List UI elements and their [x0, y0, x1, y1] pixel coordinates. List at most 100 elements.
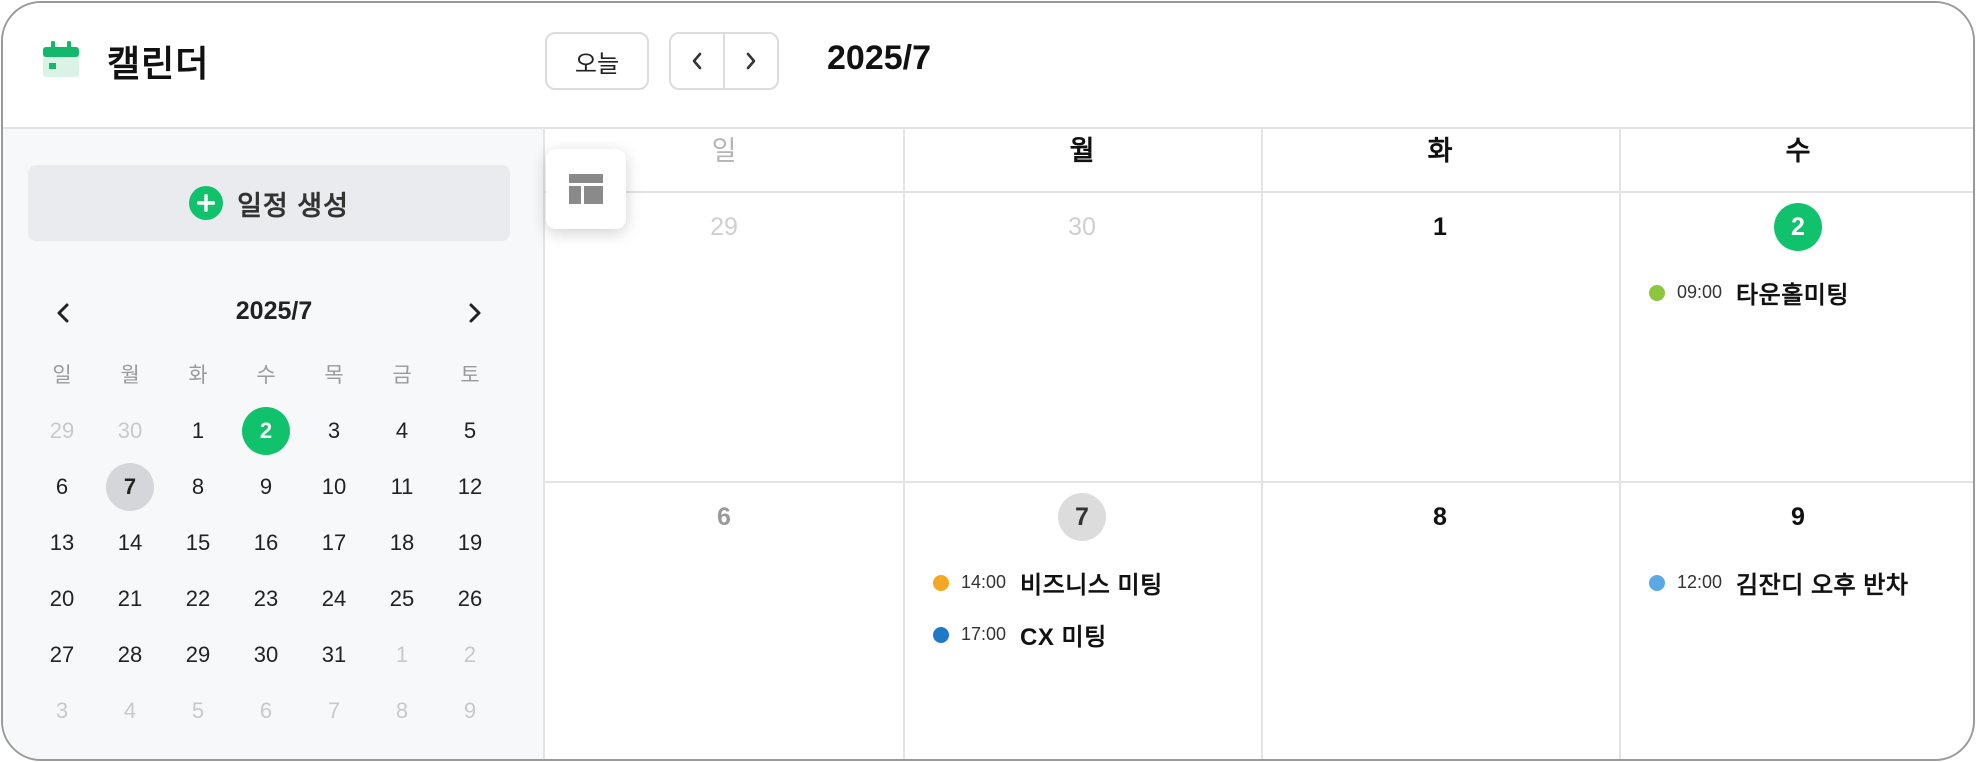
event-item[interactable]: 17:00 CX 미팅 [933, 617, 1107, 652]
mini-day[interactable]: 30 [232, 631, 300, 679]
event-title: 타운홀미팅 [1736, 282, 1849, 309]
mini-day[interactable]: 4 [368, 407, 436, 455]
mini-day[interactable]: 16 [232, 519, 300, 567]
day-cell[interactable]: 29 [545, 193, 903, 481]
event-time: 12:00 [1677, 572, 1723, 592]
plus-circle-icon [189, 186, 224, 220]
chevron-right-icon [746, 52, 756, 70]
prev-month-button[interactable] [671, 34, 723, 88]
weekday-header-row: 일 월 화 수 [545, 129, 1973, 193]
mini-day[interactable]: 22 [164, 575, 232, 623]
event-color-dot [1649, 574, 1665, 591]
event-time: 14:00 [961, 572, 1007, 592]
month-grid: 일 월 화 수 29 30 1 2 09:00 타운홀미팅 6 7 14:00 … [545, 129, 1973, 759]
mini-day[interactable]: 17 [300, 519, 368, 567]
mini-day[interactable]: 31 [300, 631, 368, 679]
create-event-button[interactable]: 일정 생성 [28, 165, 510, 241]
mini-day-today[interactable]: 2 [232, 407, 300, 455]
mini-week-row: 27 28 29 30 31 1 2 [28, 627, 504, 683]
mini-day[interactable]: 6 [28, 463, 96, 511]
mini-day[interactable]: 3 [28, 687, 96, 735]
event-color-dot [933, 626, 949, 643]
today-button[interactable]: 오늘 [545, 32, 649, 90]
mini-day[interactable]: 18 [368, 519, 436, 567]
day-number: 6 [717, 503, 731, 531]
mini-day[interactable]: 1 [368, 631, 436, 679]
mini-day[interactable]: 4 [96, 687, 164, 735]
calendar-icon [43, 41, 79, 77]
mini-day[interactable]: 20 [28, 575, 96, 623]
mini-week-row: 29 30 1 2 3 4 5 [28, 403, 504, 459]
event-time: 09:00 [1677, 282, 1723, 302]
top-bar: 캘린더 오늘 2025/7 [3, 3, 1973, 129]
mini-day[interactable]: 10 [300, 463, 368, 511]
create-event-label: 일정 생성 [237, 190, 349, 221]
event-title: 비즈니스 미팅 [1020, 572, 1163, 599]
next-month-button[interactable] [723, 34, 777, 88]
mini-day[interactable]: 9 [436, 687, 504, 735]
day-number-selected: 7 [903, 493, 1261, 541]
event-color-dot [933, 574, 949, 591]
mini-day[interactable]: 11 [368, 463, 436, 511]
event-item[interactable]: 14:00 비즈니스 미팅 [933, 565, 1163, 600]
mini-day[interactable]: 5 [164, 687, 232, 735]
day-cell[interactable]: 8 [1261, 483, 1619, 759]
day-cell[interactable]: 1 [1261, 193, 1619, 481]
mini-day[interactable]: 9 [232, 463, 300, 511]
mini-weekday: 월 [120, 364, 140, 387]
event-time: 17:00 [961, 624, 1007, 644]
mini-day[interactable]: 21 [96, 575, 164, 623]
day-number: 8 [1433, 503, 1447, 531]
mini-weekday: 일 [52, 364, 72, 387]
day-cell[interactable]: 6 [545, 483, 903, 759]
layout-icon [569, 174, 603, 204]
mini-week-row: 3 4 5 6 7 8 9 [28, 683, 504, 739]
mini-day[interactable]: 13 [28, 519, 96, 567]
mini-day[interactable]: 8 [368, 687, 436, 735]
day-cell[interactable]: 30 [903, 193, 1261, 481]
mini-day[interactable]: 7 [300, 687, 368, 735]
mini-day[interactable]: 2 [436, 631, 504, 679]
day-cell-today[interactable]: 2 09:00 타운홀미팅 [1619, 193, 1973, 481]
view-toggle-button[interactable] [546, 149, 626, 229]
mini-day[interactable]: 14 [96, 519, 164, 567]
calendar-window: 캘린더 오늘 2025/7 일정 생성 2025/7 일 월 화 수 목 금 토… [1, 1, 1975, 761]
mini-weekday: 토 [460, 364, 480, 387]
mini-next-month-icon[interactable] [463, 293, 487, 333]
day-cell[interactable]: 9 12:00 김잔디 오후 반차 [1619, 483, 1973, 759]
mini-day[interactable]: 12 [436, 463, 504, 511]
mini-day[interactable]: 28 [96, 631, 164, 679]
mini-day[interactable]: 1 [164, 407, 232, 455]
event-item[interactable]: 09:00 타운홀미팅 [1649, 275, 1849, 310]
weekday-header-tue: 화 [1427, 136, 1453, 166]
mini-weekday: 수 [256, 364, 276, 387]
day-number: 1 [1433, 213, 1447, 241]
mini-day[interactable]: 19 [436, 519, 504, 567]
event-title: CX 미팅 [1020, 624, 1107, 651]
mini-day[interactable]: 24 [300, 575, 368, 623]
mini-day[interactable]: 29 [28, 407, 96, 455]
mini-day[interactable]: 6 [232, 687, 300, 735]
mini-day-selected[interactable]: 7 [96, 463, 164, 511]
mini-day[interactable]: 25 [368, 575, 436, 623]
weekday-header-mon: 월 [1069, 136, 1095, 166]
mini-day[interactable]: 26 [436, 575, 504, 623]
mini-day[interactable]: 3 [300, 407, 368, 455]
mini-day[interactable]: 23 [232, 575, 300, 623]
app-title: 캘린더 [107, 43, 210, 84]
mini-day[interactable]: 15 [164, 519, 232, 567]
event-item[interactable]: 12:00 김잔디 오후 반차 [1649, 565, 1908, 600]
mini-day[interactable]: 30 [96, 407, 164, 455]
day-cell-selected[interactable]: 7 14:00 비즈니스 미팅 17:00 CX 미팅 [903, 483, 1261, 759]
mini-calendar-grid: 일 월 화 수 목 금 토 29 30 1 2 3 4 5 6 7 8 9 10… [28, 361, 504, 739]
mini-day[interactable]: 29 [164, 631, 232, 679]
mini-week-row: 13 14 15 16 17 18 19 [28, 515, 504, 571]
weekday-header-wed: 수 [1785, 136, 1811, 166]
mini-day[interactable]: 27 [28, 631, 96, 679]
day-number: 30 [1068, 213, 1096, 241]
mini-day[interactable]: 8 [164, 463, 232, 511]
mini-week-row: 20 21 22 23 24 25 26 [28, 571, 504, 627]
day-number: 9 [1791, 503, 1805, 531]
mini-day[interactable]: 5 [436, 407, 504, 455]
sidebar: 일정 생성 2025/7 일 월 화 수 목 금 토 29 30 1 2 3 4… [3, 129, 545, 759]
